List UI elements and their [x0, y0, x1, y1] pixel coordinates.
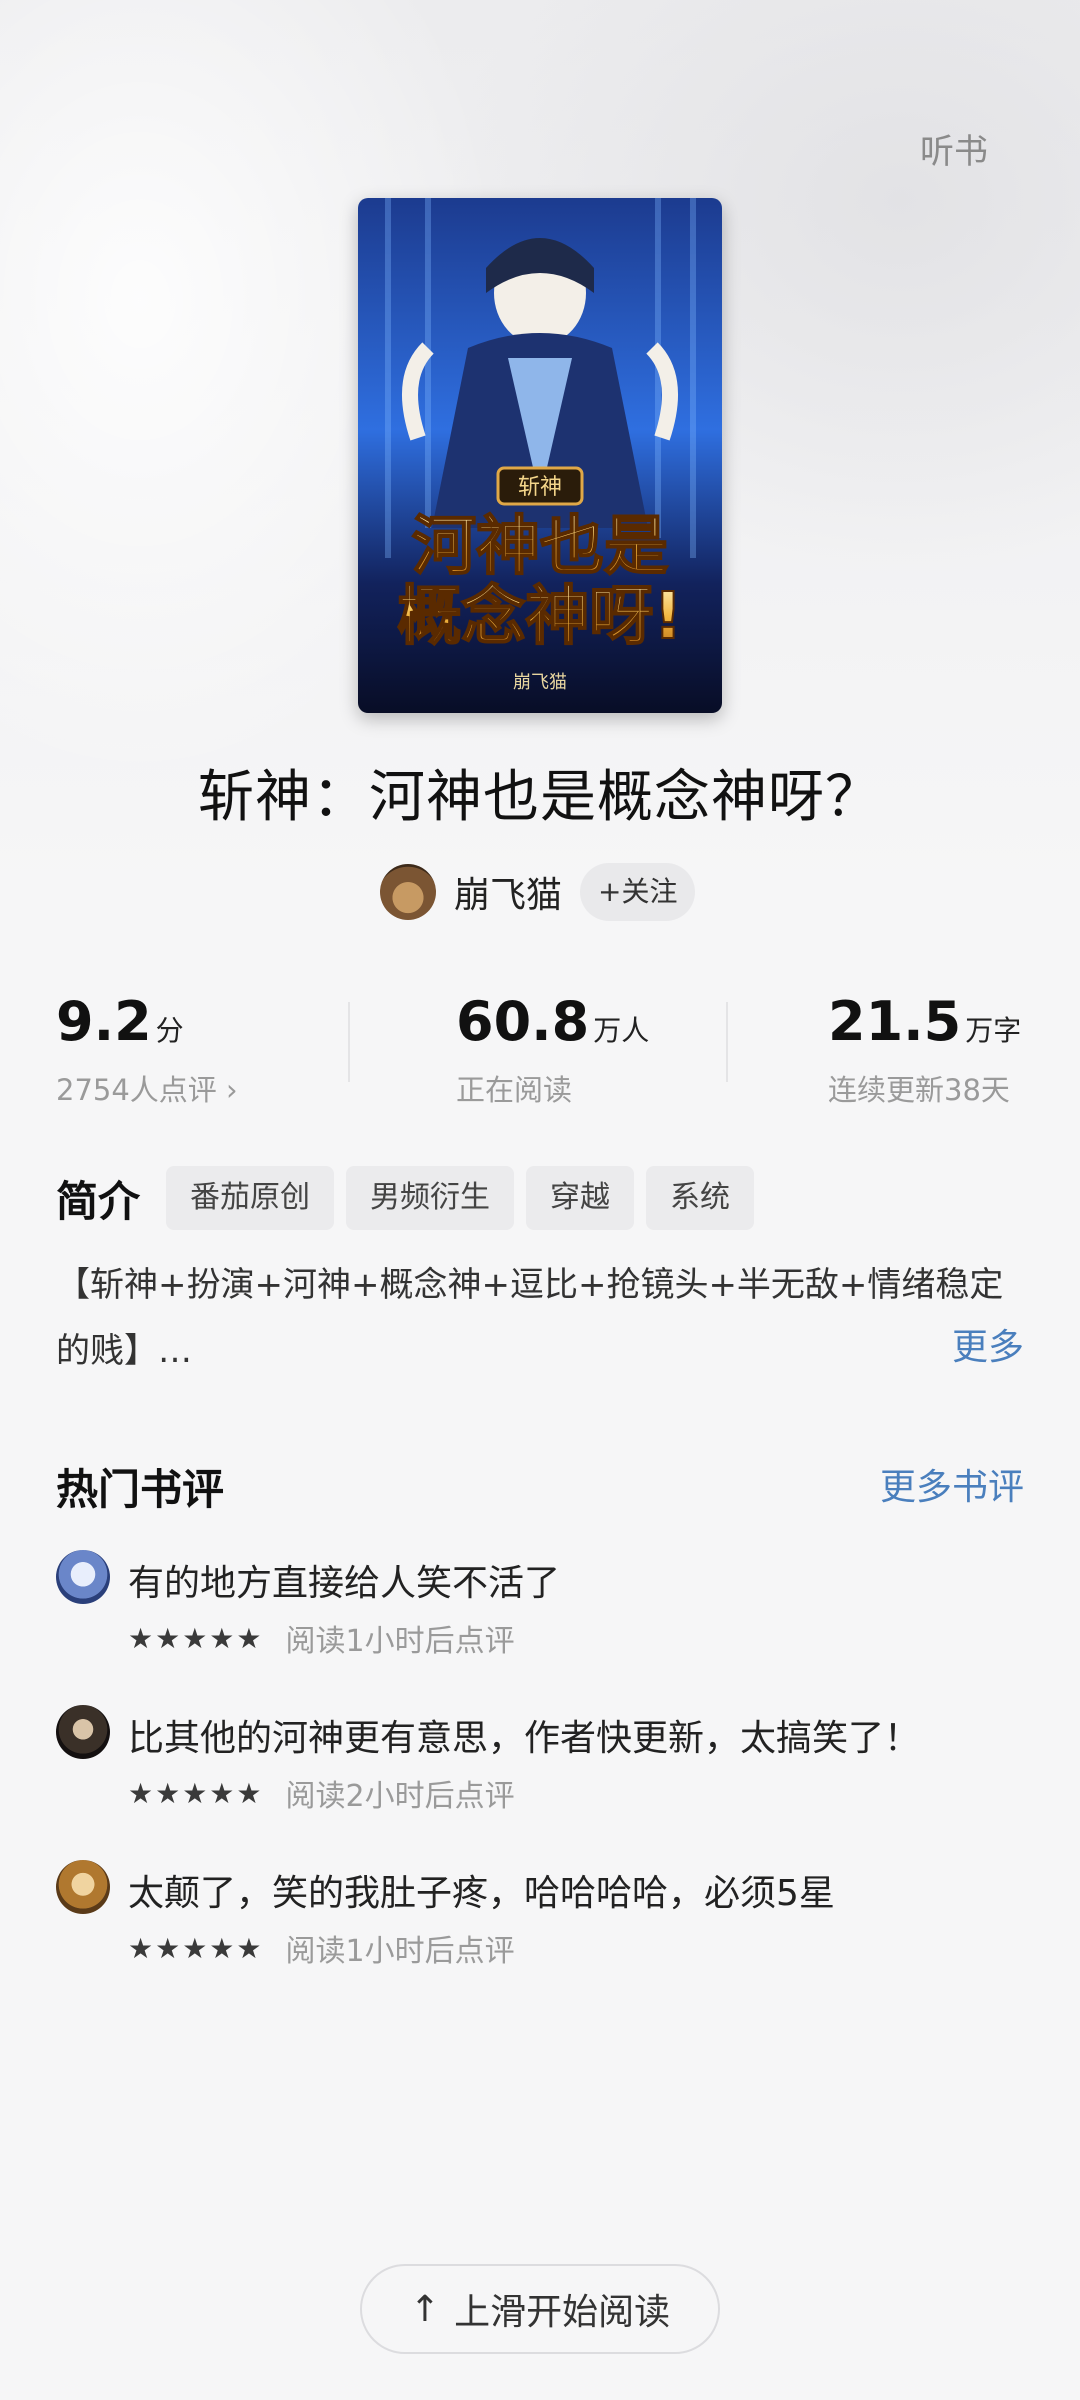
- review-meta: ★★★★★ 阅读2小时后点评: [128, 1771, 515, 1815]
- words-unit: 万字: [965, 1014, 1022, 1047]
- tag-transmigration[interactable]: 穿越: [526, 1166, 635, 1230]
- review-note: 阅读1小时后点评: [285, 1934, 515, 1969]
- tag-system[interactable]: 系统: [646, 1166, 755, 1230]
- intro-more-link[interactable]: 更多: [952, 1318, 1024, 1370]
- svg-text:河神也是: 河神也是: [412, 510, 668, 584]
- cover-author-text: 崩飞猫: [513, 672, 567, 693]
- intro-header: 简介 番茄原创 男频衍生 穿越 系统: [56, 1166, 766, 1230]
- reviewer-avatar: [56, 1705, 110, 1759]
- readers-label: 正在阅读: [456, 1073, 573, 1107]
- arrow-up-icon: ↑: [409, 2288, 441, 2330]
- review-text: 比其他的河神更有意思，作者快更新，太搞笑了！: [128, 1718, 921, 1759]
- intro-title: 简介: [56, 1176, 141, 1226]
- start-reading-button[interactable]: ↑ 上滑开始阅读: [360, 2264, 720, 2354]
- stat-rating[interactable]: 9.2 分 2754人点评 ›: [56, 990, 238, 1109]
- stat-readers: 60.8 万人 正在阅读: [456, 990, 649, 1109]
- book-cover[interactable]: 斩神 河神也是 概念神呀! 崩飞猫: [358, 198, 722, 713]
- reviewer-avatar: [56, 1860, 110, 1914]
- stat-divider: [726, 1002, 728, 1082]
- review-text: 太颠了，笑的我肚子疼，哈哈哈哈，必须5星: [128, 1873, 835, 1914]
- start-reading-label: 上滑开始阅读: [454, 2292, 671, 2333]
- author-row: 崩飞猫 +关注: [380, 862, 696, 922]
- update-streak: 连续更新38天: [828, 1073, 1010, 1107]
- reviews-title: 热门书评: [56, 1465, 225, 1514]
- stats-bar: 9.2 分 2754人点评 › 60.8 万人 正在阅读 21.5 万字 连续更新38…: [0, 990, 1080, 1110]
- star-rating: ★★★★★: [128, 1931, 264, 1965]
- review-note: 阅读2小时后点评: [285, 1779, 515, 1814]
- rating-unit: 分: [155, 1014, 184, 1047]
- review-note: 阅读1小时后点评: [285, 1624, 515, 1659]
- svg-text:概念神呀!: 概念神呀!: [397, 580, 682, 654]
- stat-divider: [348, 1002, 350, 1082]
- review-text: 有的地方直接给人笑不活了: [128, 1563, 561, 1604]
- stat-words: 21.5 万字 连续更新38天: [828, 990, 1021, 1109]
- cover-illustration: 斩神 河神也是 概念神呀! 崩飞猫: [358, 198, 722, 713]
- reviewer-avatar: [56, 1550, 110, 1604]
- more-reviews-link[interactable]: 更多书评: [880, 1458, 1024, 1510]
- readers-unit: 万人: [593, 1014, 650, 1047]
- review-meta: ★★★★★ 阅读1小时后点评: [128, 1926, 515, 1970]
- tag-male-derivative[interactable]: 男频衍生: [346, 1166, 515, 1230]
- readers-value: 60.8: [456, 990, 590, 1053]
- review-meta: ★★★★★ 阅读1小时后点评: [128, 1616, 515, 1660]
- reviews-header: 热门书评 更多书评: [56, 1456, 1024, 1517]
- rating-value: 9.2: [56, 990, 152, 1053]
- rating-count: 2754人点评 ›: [56, 1073, 238, 1107]
- tag-original[interactable]: 番茄原创: [166, 1166, 335, 1230]
- intro-text[interactable]: 【斩神+扮演+河神+概念神+逗比+抢镜头+半无敌+情绪稳定的贱】…: [56, 1252, 1026, 1384]
- words-value: 21.5: [828, 990, 962, 1053]
- listen-button[interactable]: 听书: [920, 124, 988, 173]
- follow-button[interactable]: +关注: [580, 863, 696, 921]
- author-name[interactable]: 崩飞猫: [454, 866, 562, 918]
- cover-badge-text: 斩神: [518, 475, 562, 500]
- book-title: 斩神：河神也是概念神呀？: [198, 765, 882, 830]
- star-rating: ★★★★★: [128, 1621, 264, 1655]
- author-avatar[interactable]: [380, 864, 436, 920]
- star-rating: ★★★★★: [128, 1776, 264, 1810]
